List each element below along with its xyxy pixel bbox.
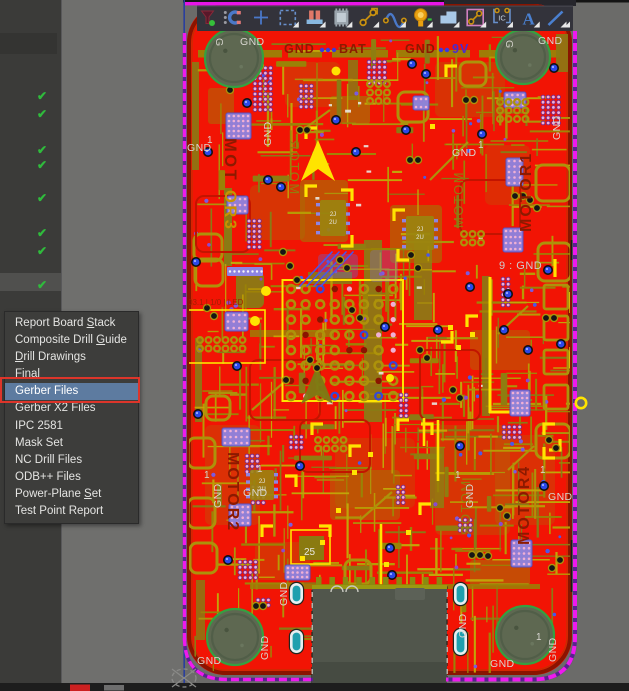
svg-text:1: 1 [204,470,210,481]
svg-text:9 : GND: 9 : GND [499,260,542,272]
svg-text:GND: GND [197,655,222,667]
svg-text:2J: 2J [330,212,336,218]
svg-text:GND: GND [284,42,315,56]
svg-text:9V: 9V [452,42,469,56]
svg-text:GND: GND [243,487,268,499]
svg-text:ЯOTOM: ЯOTOM [287,140,302,196]
svg-text:1: 1 [536,632,542,643]
svg-text:1: 1 [540,465,546,476]
svg-text:MOTOM: MOTOM [451,171,466,228]
svg-text:GND: GND [548,491,573,503]
svg-text:MOT: MOT [221,138,239,182]
svg-text:GND: GND [464,483,476,508]
svg-text:2U: 2U [416,235,424,241]
svg-text:2J: 2J [259,479,265,485]
svg-text:GND: GND [490,658,515,670]
svg-text:OR3: OR3 [221,190,239,231]
svg-text:GND: GND [212,483,224,508]
svg-text:MOTOR2: MOTOR2 [224,452,241,532]
svg-text:GND: GND [547,637,559,662]
svg-text:1: 1 [257,464,263,475]
svg-text:2J: 2J [417,227,423,233]
svg-text:25: 25 [304,547,316,558]
svg-text:1: 1 [207,135,213,146]
svg-text:GND: GND [240,36,265,48]
svg-text:G: G [213,38,225,46]
svg-text:GND: GND [262,121,274,146]
svg-text:2U: 2U [329,220,337,226]
svg-text:GND: GND [278,581,290,606]
svg-text:IC: IC [498,14,506,23]
svg-text:1: 1 [455,470,461,481]
svg-text:GND: GND [452,147,477,159]
svg-text:A: A [523,10,536,29]
svg-text:GND: GND [551,115,563,140]
svg-text:GND: GND [259,635,271,660]
svg-text:03.1 | 1/0 | LED: 03.1 | 1/0 | LED [188,298,244,307]
svg-text:GND: GND [538,35,563,47]
svg-text:GND: GND [405,42,436,56]
svg-text:MOTOR1: MOTOR1 [518,152,535,232]
svg-text:1: 1 [478,140,484,151]
svg-text:G: G [503,40,515,48]
svg-text:BAT: BAT [339,42,367,56]
svg-text:GND: GND [457,613,469,638]
svg-text:MOTOR4: MOTOR4 [516,465,533,545]
